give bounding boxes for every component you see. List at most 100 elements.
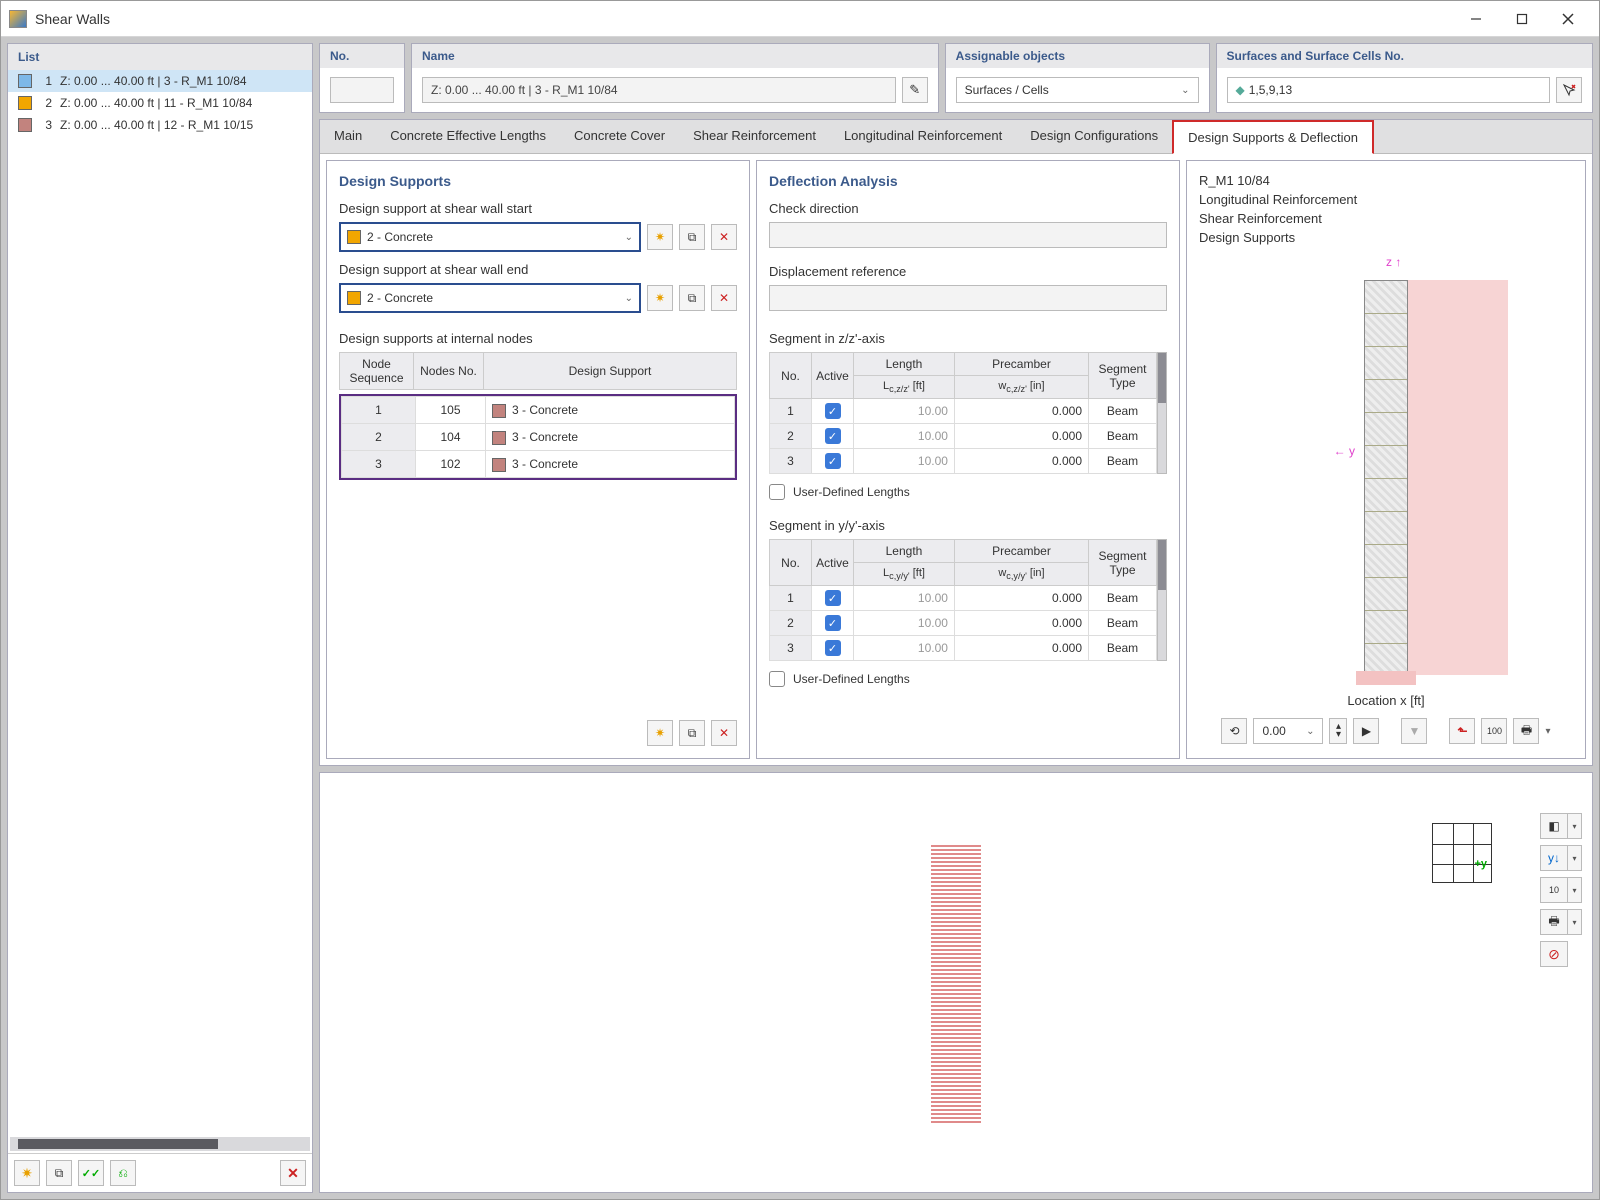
- no-field: [330, 77, 394, 103]
- list-item[interactable]: 2Z: 0.00 ... 40.00 ft | 11 - R_M1 10/84: [8, 92, 312, 114]
- displacement-ref-field: [769, 285, 1167, 311]
- preview-panel: R_M1 10/84 Longitudinal Reinforcement Shea…: [1186, 160, 1586, 759]
- remove-support-button[interactable]: ✕: [711, 224, 737, 250]
- filter-button[interactable]: ▼: [1401, 718, 1427, 744]
- table-row[interactable]: 1✓10.000.000Beam: [770, 399, 1157, 424]
- list-item[interactable]: 3Z: 0.00 ... 40.00 ft | 12 - R_M1 10/15: [8, 114, 312, 136]
- delete-item-button[interactable]: ✕: [280, 1160, 306, 1186]
- list-hscroll[interactable]: [10, 1137, 310, 1151]
- view-reset-button[interactable]: ⊘: [1540, 941, 1568, 967]
- preview-info-line: Shear Reinforcement: [1199, 211, 1573, 226]
- play-button[interactable]: ▶: [1353, 718, 1379, 744]
- end-support-select[interactable]: 2 - Concrete ⌄: [339, 283, 641, 313]
- segment-z-table[interactable]: No. Active LengthPrecamber Segment Type …: [769, 352, 1157, 474]
- deflection-title: Deflection Analysis: [769, 173, 1167, 189]
- table-row[interactable]: 11053 - Concrete: [342, 397, 735, 424]
- view-scale-button[interactable]: 10: [1540, 877, 1568, 903]
- axis-y-label: ← y: [1334, 444, 1355, 458]
- titlebar: Shear Walls: [1, 1, 1599, 37]
- user-defined-y-checkbox[interactable]: [769, 671, 785, 687]
- z-scrollbar[interactable]: [1157, 352, 1167, 474]
- assignable-label: Assignable objects: [946, 44, 1209, 68]
- displacement-ref-label: Displacement reference: [769, 264, 1167, 279]
- segment-y-label: Segment in y/y'-axis: [769, 518, 1167, 533]
- view-cube[interactable]: +y: [1432, 823, 1492, 883]
- check-button[interactable]: ✓✓: [78, 1160, 104, 1186]
- library-button[interactable]: ⧉: [679, 224, 705, 250]
- internal-supports-table[interactable]: Node Sequence Nodes No. Design Support: [339, 352, 737, 390]
- view-print-dropdown[interactable]: ▾: [1568, 909, 1582, 935]
- app-icon: [9, 10, 27, 28]
- view-y-button[interactable]: y↓: [1540, 845, 1568, 871]
- table-row[interactable]: 2✓10.000.000Beam: [770, 424, 1157, 449]
- table-row[interactable]: 1✓10.000.000Beam: [770, 586, 1157, 611]
- step-buttons[interactable]: ▴▾: [1329, 718, 1347, 744]
- sync-view-button[interactable]: ⟲: [1221, 718, 1247, 744]
- dimensions-button[interactable]: 100: [1481, 718, 1507, 744]
- segment-y-table[interactable]: No. Active LengthPrecamber Segment Type …: [769, 539, 1157, 661]
- edit-name-button[interactable]: ✎: [902, 77, 928, 103]
- preview-info-line: Longitudinal Reinforcement: [1199, 192, 1573, 207]
- check-direction-field: [769, 222, 1167, 248]
- view-print-button[interactable]: 🖶: [1540, 909, 1568, 935]
- table-row[interactable]: 3✓10.000.000Beam: [770, 636, 1157, 661]
- table-row[interactable]: 3✓10.000.000Beam: [770, 449, 1157, 474]
- start-support-label: Design support at shear wall start: [339, 201, 737, 216]
- tab-concrete-effective-lengths[interactable]: Concrete Effective Lengths: [376, 120, 560, 153]
- end-support-label: Design support at shear wall end: [339, 262, 737, 277]
- add-support-end-button[interactable]: ✷: [647, 285, 673, 311]
- surfaces-field[interactable]: ◆1,5,9,13: [1227, 77, 1550, 103]
- list-panel: List 1Z: 0.00 ... 40.00 ft | 3 - R_M1 10…: [7, 43, 313, 1193]
- int-lib-button[interactable]: ⧉: [679, 720, 705, 746]
- surfaces-label: Surfaces and Surface Cells No.: [1217, 44, 1592, 68]
- name-label: Name: [412, 44, 938, 68]
- user-defined-z-label: User-Defined Lengths: [793, 485, 910, 499]
- preview-info-line: R_M1 10/84: [1199, 173, 1573, 188]
- copy-item-button[interactable]: ⧉: [46, 1160, 72, 1186]
- close-button[interactable]: [1545, 3, 1591, 35]
- add-support-button[interactable]: ✷: [647, 224, 673, 250]
- minimize-button[interactable]: [1453, 3, 1499, 35]
- preview-info-line: Design Supports: [1199, 230, 1573, 245]
- tab-design-supports-deflection[interactable]: Design Supports & Deflection: [1172, 120, 1374, 154]
- tab-longitudinal-reinforcement[interactable]: Longitudinal Reinforcement: [830, 120, 1016, 153]
- remove-support-end-button[interactable]: ✕: [711, 285, 737, 311]
- no-label: No.: [320, 44, 404, 68]
- view-iso-dropdown[interactable]: ▾: [1568, 813, 1582, 839]
- design-supports-panel: Design Supports Design support at shear …: [326, 160, 750, 759]
- tab-shear-reinforcement[interactable]: Shear Reinforcement: [679, 120, 830, 153]
- print-button[interactable]: 🖶: [1513, 718, 1539, 744]
- table-row[interactable]: 2✓10.000.000Beam: [770, 611, 1157, 636]
- int-del-button[interactable]: ✕: [711, 720, 737, 746]
- axis-z-label: z ↑: [1386, 255, 1401, 269]
- window-title: Shear Walls: [35, 11, 1453, 27]
- pick-surfaces-button[interactable]: [1556, 77, 1582, 103]
- settings-button[interactable]: ⎌: [110, 1160, 136, 1186]
- library-end-button[interactable]: ⧉: [679, 285, 705, 311]
- segment-z-label: Segment in z/z'-axis: [769, 331, 1167, 346]
- model-viewport[interactable]: +y ◧▾ y↓▾ 10▾ 🖶▾ ⊘: [319, 772, 1593, 1193]
- table-row[interactable]: 21043 - Concrete: [342, 424, 735, 451]
- info-button[interactable]: ⬑: [1449, 718, 1475, 744]
- check-direction-label: Check direction: [769, 201, 1167, 216]
- table-row[interactable]: 31023 - Concrete: [342, 451, 735, 478]
- location-label: Location x [ft]: [1199, 693, 1573, 708]
- assignable-select[interactable]: Surfaces / Cells⌄: [956, 77, 1199, 103]
- model-wall-mesh: [931, 843, 981, 1123]
- tab-concrete-cover[interactable]: Concrete Cover: [560, 120, 679, 153]
- user-defined-y-label: User-Defined Lengths: [793, 672, 910, 686]
- y-scrollbar[interactable]: [1157, 539, 1167, 661]
- maximize-button[interactable]: [1499, 3, 1545, 35]
- tab-main[interactable]: Main: [320, 120, 376, 153]
- list-item[interactable]: 1Z: 0.00 ... 40.00 ft | 3 - R_M1 10/84: [8, 70, 312, 92]
- name-field: Z: 0.00 ... 40.00 ft | 3 - R_M1 10/84: [422, 77, 896, 103]
- view-iso-button[interactable]: ◧: [1540, 813, 1568, 839]
- view-y-dropdown[interactable]: ▾: [1568, 845, 1582, 871]
- start-support-select[interactable]: 2 - Concrete ⌄: [339, 222, 641, 252]
- view-scale-dropdown[interactable]: ▾: [1568, 877, 1582, 903]
- location-select[interactable]: 0.00⌄: [1253, 718, 1323, 744]
- tab-design-configurations[interactable]: Design Configurations: [1016, 120, 1172, 153]
- int-add-button[interactable]: ✷: [647, 720, 673, 746]
- user-defined-z-checkbox[interactable]: [769, 484, 785, 500]
- new-item-button[interactable]: ✷: [14, 1160, 40, 1186]
